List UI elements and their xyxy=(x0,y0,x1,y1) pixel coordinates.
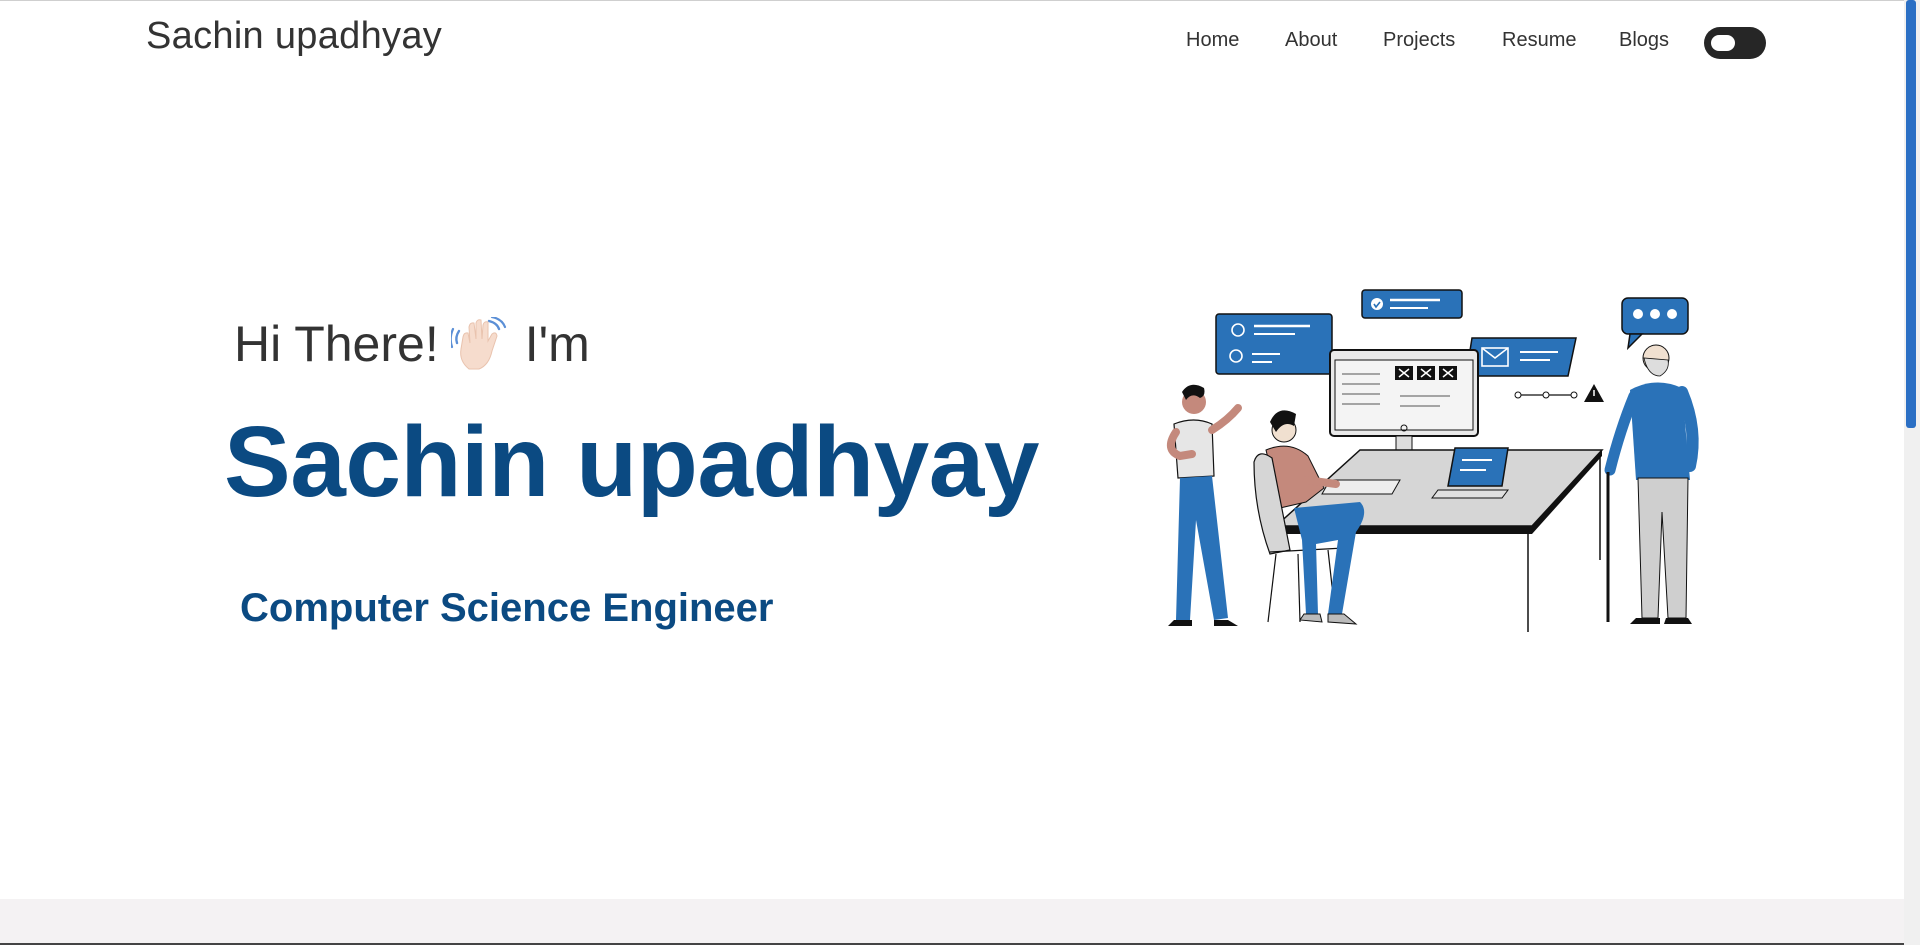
greeting-suffix: I'm xyxy=(524,316,590,372)
nav-projects[interactable]: Projects xyxy=(1383,29,1455,52)
scrollbar-thumb[interactable] xyxy=(1906,0,1916,428)
list-card-icon xyxy=(1215,313,1333,375)
next-section-band xyxy=(0,899,1904,945)
navbar: Sachin upadhyay Home About Projects Resu… xyxy=(0,1,1904,77)
brand-logo[interactable]: Sachin upadhyay xyxy=(146,15,442,58)
greeting-prefix: Hi There! xyxy=(234,316,439,372)
hero-role: Computer Science Engineer xyxy=(240,586,774,630)
elderly-person-icon xyxy=(1604,344,1699,624)
nav-blogs[interactable]: Blogs xyxy=(1619,29,1669,52)
page: Sachin upadhyay Home About Projects Resu… xyxy=(0,0,1920,945)
team-working-illustration xyxy=(1166,289,1699,632)
nav-about[interactable]: About xyxy=(1285,29,1337,52)
nav-resume[interactable]: Resume xyxy=(1502,29,1576,52)
theme-toggle-switch[interactable] xyxy=(1704,27,1766,59)
check-card-icon xyxy=(1361,289,1463,319)
standing-person-left-icon xyxy=(1166,384,1242,626)
monitor-icon xyxy=(1329,349,1479,459)
chat-bubble-icon xyxy=(1621,297,1689,351)
mail-card-icon xyxy=(1465,337,1577,377)
nav-home[interactable]: Home xyxy=(1186,29,1239,52)
seated-person-icon xyxy=(1253,410,1365,625)
theme-toggle-knob xyxy=(1711,35,1735,51)
hero-name: Sachin upadhyay xyxy=(224,406,1039,518)
page-scrollbar[interactable] xyxy=(1904,0,1920,945)
hero-greeting: Hi There! I'm xyxy=(234,315,590,373)
warning-icon xyxy=(1514,384,1604,402)
waving-hand-icon xyxy=(449,315,511,371)
